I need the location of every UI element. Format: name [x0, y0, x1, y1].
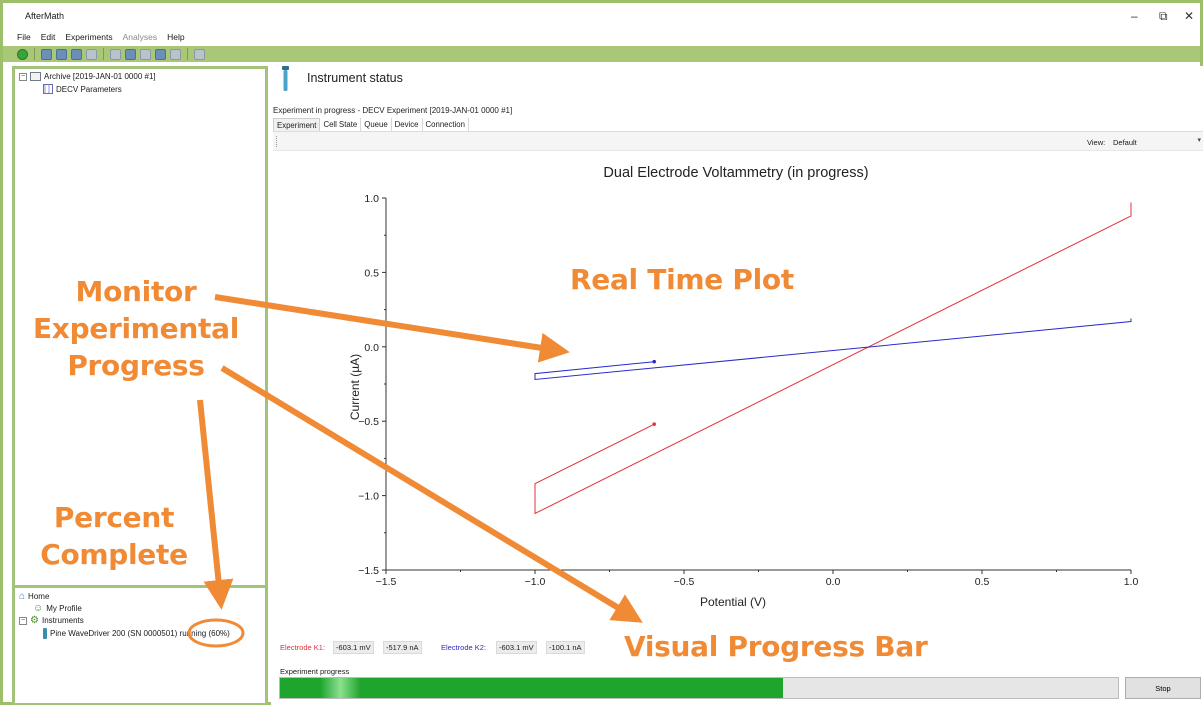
view-toolbar: View: Default ▾: [273, 131, 1203, 151]
chevron-down-icon: ▾: [1197, 137, 1201, 144]
series-electrode-k1-current-point: [652, 422, 656, 426]
tab-device[interactable]: Device: [392, 118, 423, 132]
tree-item-instruments[interactable]: − ⚙ Instruments: [19, 615, 84, 626]
x-tick-label: −1.5: [376, 576, 397, 588]
device-status-label: Pine WaveDriver 200 (SN 0000501) running…: [50, 629, 230, 638]
menu-file[interactable]: File: [17, 32, 31, 42]
settings-icon[interactable]: [155, 48, 166, 60]
instruments-icon: ⚙: [30, 615, 39, 626]
parameters-icon: [43, 84, 53, 94]
table-icon[interactable]: [140, 48, 151, 60]
chart-title: Dual Electrode Voltammetry (in progress): [603, 165, 868, 181]
series-electrode-k2-current-point: [652, 359, 656, 364]
voltammetry-chart: Dual Electrode Voltammetry (in progress)…: [348, 165, 1138, 609]
archive-icon: [30, 72, 41, 81]
title-bar: AfterMath – ⧉ ✕: [3, 3, 1200, 29]
progress-fill: [280, 678, 783, 698]
electrode-k2-current: -100.1 nA: [546, 641, 585, 654]
save-icon[interactable]: [71, 48, 82, 60]
experiment-status-line: Experiment in progress - DECV Experiment…: [273, 106, 513, 115]
electrode-k1-current: -517.9 nA: [383, 641, 422, 654]
x-tick-label: 0.0: [826, 576, 841, 588]
layout-icon[interactable]: [125, 48, 136, 60]
chart-axes: −1.5 −1.0 −0.5 0.0 0.5 1.01.00.50.0−0.5−1.0−1…: [358, 193, 1138, 588]
toolbar-separator: [187, 48, 188, 60]
view-select-value: Default: [1113, 138, 1137, 147]
menu-help[interactable]: Help: [167, 32, 184, 42]
instrument-status-pane: Instrument status Experiment in progress…: [271, 66, 1203, 705]
collapse-icon[interactable]: −: [19, 72, 27, 81]
tab-experiment[interactable]: Experiment: [273, 118, 321, 132]
window-title: AfterMath: [25, 11, 65, 21]
app-window: AfterMath – ⧉ ✕ File Edit Experiments An…: [0, 0, 1203, 705]
series-electrode-k2-line: [534, 318, 1132, 381]
electrode-readouts: Electrode K1: -603.1 mV -517.9 nA Electr…: [279, 641, 1179, 655]
menu-experiments[interactable]: Experiments: [65, 32, 112, 42]
chart-series: [534, 202, 1132, 515]
open-archive-icon[interactable]: [41, 48, 52, 60]
y-axis-label: Current (µA): [348, 354, 362, 420]
archive-tree-pane: − Archive [2019-JAN-01 0000 #1] DECV Par…: [12, 66, 268, 588]
menu-edit[interactable]: Edit: [41, 32, 56, 42]
instrument-icon: [282, 66, 289, 91]
x-tick-label: 1.0: [1124, 576, 1139, 588]
tree-item-archive-label: Archive [2019-JAN-01 0000 #1]: [44, 72, 156, 81]
x-tick-label: 0.5: [975, 576, 990, 588]
print-icon[interactable]: [86, 48, 97, 60]
tree-item-device[interactable]: Pine WaveDriver 200 (SN 0000501) running…: [43, 628, 230, 639]
experiment-progress-bar: [279, 677, 1119, 699]
electrode-k2-label: Electrode K2:: [441, 643, 487, 652]
view-select[interactable]: Default ▾: [1111, 135, 1203, 149]
toolbar-grip-icon[interactable]: [276, 136, 278, 147]
y-tick-label: −1.0: [358, 491, 379, 503]
tree-item-decv-parameters[interactable]: DECV Parameters: [43, 84, 122, 94]
restore-button[interactable]: ⧉: [1159, 9, 1168, 24]
toolbar-separator: [34, 48, 35, 60]
y-tick-label: 1.0: [364, 193, 379, 205]
electrode-k1-label: Electrode K1:: [280, 643, 326, 652]
tree-item-decv-label: DECV Parameters: [56, 84, 122, 94]
page-title: Instrument status: [307, 71, 403, 85]
open-folder-icon[interactable]: [56, 48, 67, 60]
x-axis-label: Potential (V): [700, 595, 766, 609]
view-label: View:: [1087, 138, 1106, 147]
tab-cell-state[interactable]: Cell State: [320, 118, 362, 132]
tab-bar: Experiment Cell State Queue Device Conne…: [273, 118, 469, 132]
instrument-icon: [43, 628, 47, 639]
tab-connection[interactable]: Connection: [423, 118, 469, 132]
wrench-icon[interactable]: [110, 48, 121, 60]
stop-button[interactable]: Stop: [1125, 677, 1201, 699]
toolbar-separator: [103, 48, 104, 60]
profile-icon: ☺: [33, 603, 44, 614]
tree-item-home-label: Home: [28, 592, 50, 601]
electrode-k2-potential: -603.1 mV: [496, 641, 537, 654]
close-button[interactable]: ✕: [1184, 9, 1194, 23]
menu-bar: File Edit Experiments Analyses Help: [3, 29, 1200, 45]
y-tick-label: 0.0: [364, 342, 379, 354]
home-icon: ⌂: [19, 591, 26, 602]
tree-item-archive[interactable]: − Archive [2019-JAN-01 0000 #1]: [19, 72, 156, 81]
progress-label: Experiment progress: [280, 667, 350, 676]
clipboard-icon[interactable]: [194, 48, 205, 60]
x-tick-label: −0.5: [674, 576, 695, 588]
tab-queue[interactable]: Queue: [361, 118, 392, 132]
tree-item-home[interactable]: ⌂ Home: [19, 591, 49, 602]
menu-analyses[interactable]: Analyses: [123, 32, 158, 42]
instrument-tree-pane: ⌂ Home ☺ My Profile − ⚙ Instruments Pine…: [12, 588, 268, 705]
minimize-button[interactable]: –: [1131, 9, 1138, 23]
sigma-icon[interactable]: [170, 48, 181, 60]
toolbar: [3, 46, 1200, 62]
tree-item-profile[interactable]: ☺ My Profile: [33, 603, 82, 614]
start-icon[interactable]: [17, 48, 28, 60]
collapse-icon[interactable]: −: [19, 616, 27, 625]
y-tick-label: 0.5: [364, 267, 379, 279]
electrode-k1-potential: -603.1 mV: [333, 641, 374, 654]
tree-item-instruments-label: Instruments: [41, 616, 84, 625]
x-tick-label: −1.0: [525, 576, 546, 588]
tree-item-profile-label: My Profile: [46, 604, 82, 613]
series-electrode-k1-line: [534, 202, 1132, 515]
y-tick-label: −1.5: [358, 565, 379, 577]
